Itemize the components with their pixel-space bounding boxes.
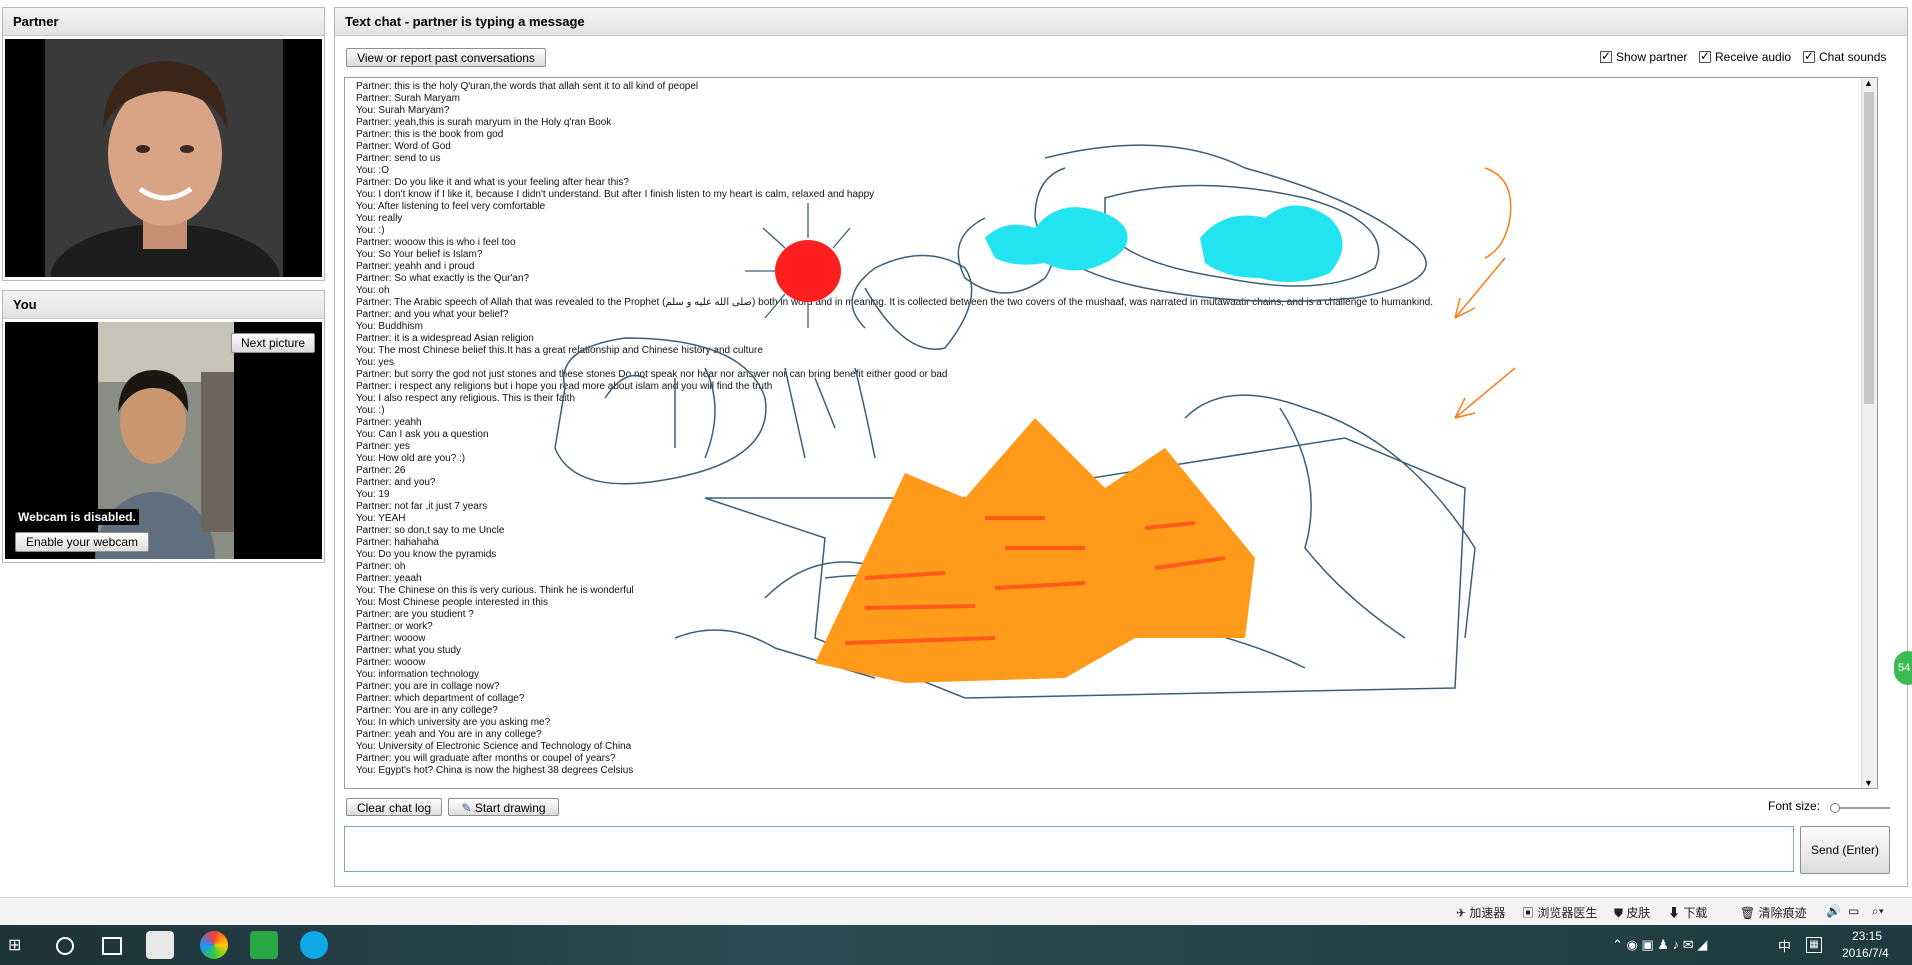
- start-drawing-label: Start drawing: [474, 801, 546, 815]
- download-label: 下载: [1683, 906, 1708, 920]
- scroll-down-arrow[interactable]: ▼: [1864, 778, 1873, 788]
- view-report-button[interactable]: View or report past conversations: [346, 48, 546, 67]
- accelerator-item[interactable]: ✈ 加速器: [1456, 904, 1505, 921]
- clock-date[interactable]: 2016/7/4: [1842, 946, 1889, 960]
- chat-panel-title: Text chat - partner is typing a message: [335, 8, 1907, 36]
- side-badge[interactable]: 54: [1894, 651, 1912, 685]
- browser-status-bar: ✈ 加速器 ▣ 浏览器医生 ⛊ 皮肤 ⬇ 下载 🗑 清除痕迹 🔊 ▭ ⌕▾: [0, 897, 1912, 926]
- browser-doctor-label: 浏览器医生: [1537, 906, 1598, 920]
- task-view-icon[interactable]: [102, 937, 122, 955]
- search-circle-icon[interactable]: [56, 937, 74, 955]
- show-partner-checkbox[interactable]: Show partner: [1600, 49, 1688, 64]
- window-icon[interactable]: ▭: [1848, 904, 1859, 918]
- show-partner-check[interactable]: [1600, 49, 1612, 63]
- scroll-up-arrow[interactable]: ▲: [1864, 78, 1873, 88]
- doodle-sun: [745, 203, 851, 328]
- app-icon-pinwheel[interactable]: [146, 931, 174, 959]
- ime-indicator[interactable]: 中: [1778, 936, 1791, 955]
- doodle-arrows: [1454, 167, 1516, 419]
- clear-traces-label: 清除痕迹: [1758, 906, 1807, 920]
- receive-audio-check[interactable]: [1699, 49, 1711, 63]
- scroll-thumb[interactable]: [1864, 92, 1874, 404]
- clock-time[interactable]: 23:15: [1852, 929, 1882, 943]
- taskbar: ⊞ ⌃ ◉ ▣ ♟ ♪ ✉ ◢ 中 ▦ 23:15 2016/7/4: [0, 925, 1912, 965]
- show-partner-label: Show partner: [1616, 50, 1688, 64]
- send-button[interactable]: Send (Enter): [1800, 826, 1890, 874]
- tray-icons[interactable]: ⌃ ◉ ▣ ♟ ♪ ✉ ◢: [1612, 937, 1707, 953]
- you-panel: You Next picture Webcam is disabled. Ena…: [2, 290, 325, 563]
- enable-webcam-button[interactable]: Enable your webcam: [15, 532, 149, 552]
- partner-photo: [5, 39, 322, 277]
- download-icon: ⬇: [1668, 906, 1684, 920]
- keyboard-icon[interactable]: ▦: [1806, 937, 1822, 953]
- webcam-status: Webcam is disabled.: [15, 509, 139, 525]
- receive-audio-label: Receive audio: [1715, 50, 1792, 64]
- accelerator-label: 加速器: [1469, 906, 1506, 920]
- chat-log[interactable]: Partner: this is the holy Q'uran,the wor…: [344, 77, 1878, 789]
- drawing-canvas[interactable]: [345, 78, 1877, 788]
- font-size-slider[interactable]: [1830, 803, 1890, 813]
- partner-panel-title: Partner: [3, 8, 324, 36]
- volume-icon[interactable]: 🔊: [1826, 904, 1841, 918]
- camera-icon: ▣: [1522, 906, 1538, 920]
- skin-label: 皮肤: [1626, 906, 1651, 920]
- app-icon-browser[interactable]: [200, 931, 228, 959]
- start-drawing-button[interactable]: ✎ Start drawing: [448, 798, 559, 816]
- trash-icon: 🗑: [1740, 906, 1759, 920]
- chat-sounds-checkbox[interactable]: Chat sounds: [1803, 49, 1887, 64]
- partner-panel: Partner: [2, 7, 325, 281]
- skin-item[interactable]: ⛊ 皮肤: [1614, 904, 1650, 921]
- doodle-clouds: [985, 205, 1343, 282]
- clear-traces-item[interactable]: 🗑 清除痕迹: [1740, 904, 1807, 921]
- shirt-icon: ⛊: [1614, 906, 1627, 920]
- you-panel-title: You: [3, 291, 324, 319]
- partner-video: [5, 39, 322, 277]
- download-item[interactable]: ⬇ 下载: [1668, 904, 1707, 921]
- zoom-icon[interactable]: ⌕▾: [1872, 904, 1884, 919]
- message-input[interactable]: [344, 826, 1794, 872]
- chat-sounds-label: Chat sounds: [1819, 50, 1887, 64]
- app-icon-skype[interactable]: [300, 931, 328, 959]
- chat-sounds-check[interactable]: [1803, 49, 1815, 63]
- app-icon-notes[interactable]: [250, 931, 278, 959]
- font-size-label: Font size:: [1768, 799, 1821, 813]
- next-picture-button[interactable]: Next picture: [231, 333, 315, 353]
- pencil-icon: ✎: [461, 801, 472, 815]
- browser-doctor-item[interactable]: ▣ 浏览器医生: [1522, 904, 1597, 921]
- windows-start-icon[interactable]: ⊞: [8, 937, 26, 955]
- font-size-slider-handle[interactable]: [1830, 803, 1840, 813]
- chat-log-scrollbar[interactable]: ▲ ▼: [1861, 78, 1877, 788]
- receive-audio-checkbox[interactable]: Receive audio: [1699, 49, 1792, 64]
- accelerator-icon: ✈: [1456, 906, 1470, 920]
- clear-chat-log-button[interactable]: Clear chat log: [346, 798, 442, 816]
